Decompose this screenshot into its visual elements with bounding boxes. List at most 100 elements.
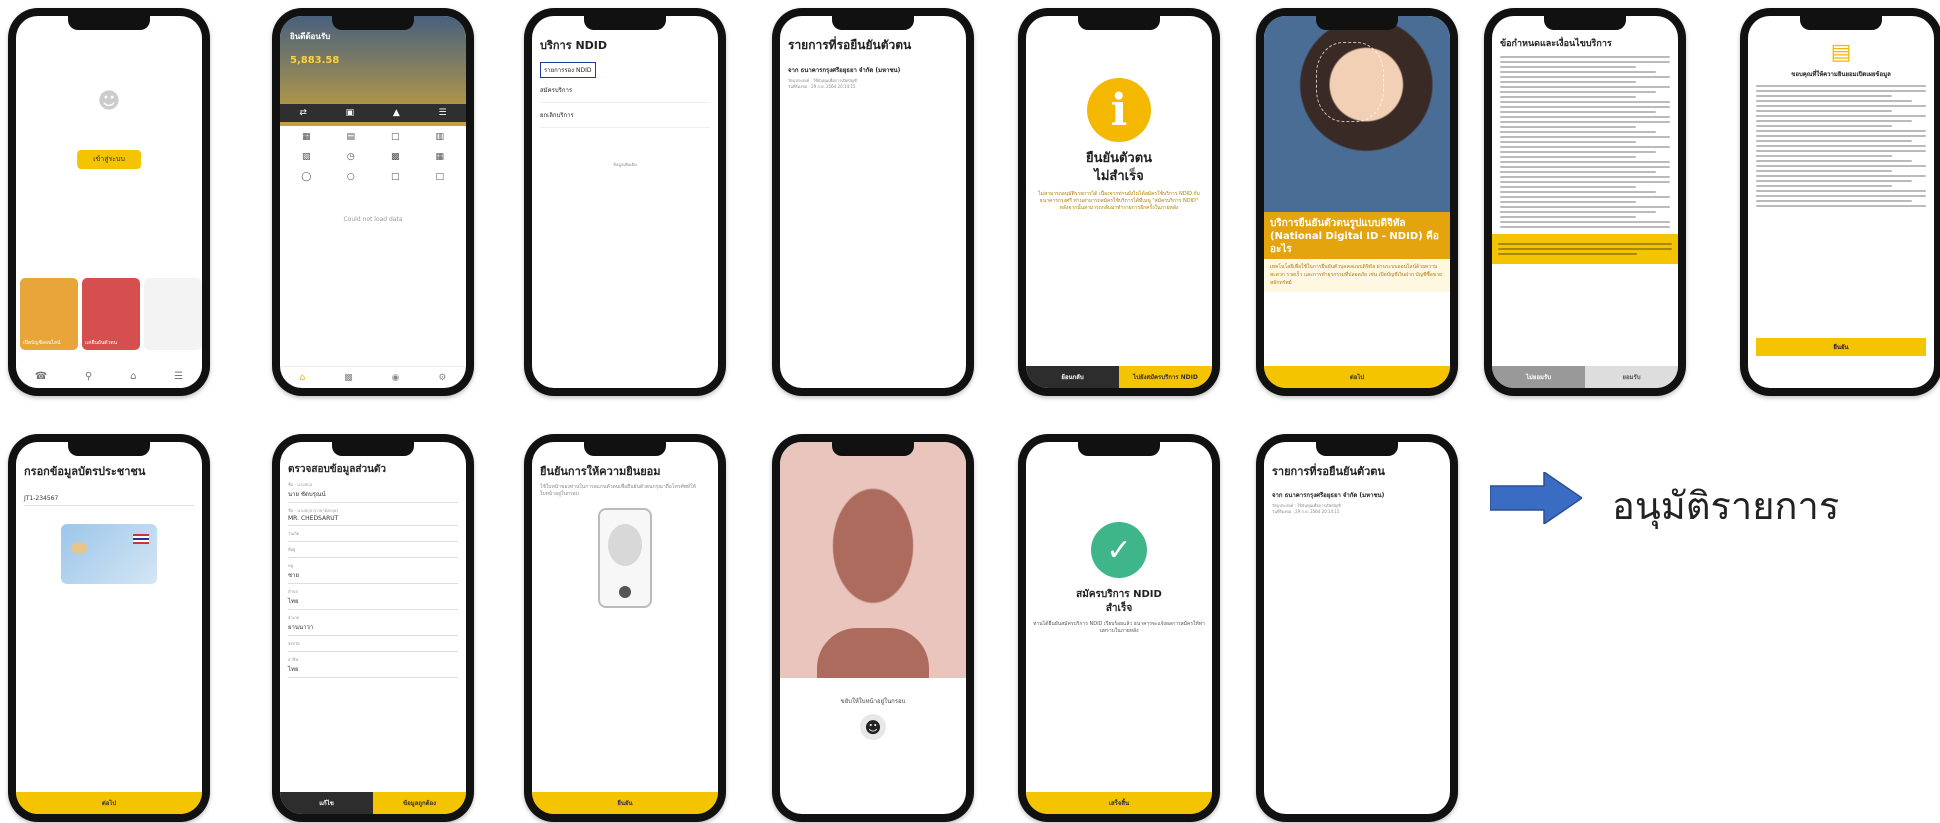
- field-label: จังหวัด: [288, 641, 300, 646]
- balance-amount: 5,883.58: [290, 55, 340, 66]
- confirm-button[interactable]: ยืนยัน: [1756, 338, 1926, 356]
- info-field[interactable]: จังหวัด: [288, 636, 458, 652]
- screen-pending-list: รายการที่รอยืนยันตัวตน จาก ธนาคารกรุงศรี…: [780, 16, 966, 388]
- info-field[interactable]: ที่อยู่: [288, 542, 458, 558]
- card-chip: [71, 542, 87, 554]
- service-item[interactable]: ◯: [286, 172, 327, 184]
- phone-notch: [1544, 16, 1626, 30]
- screen-ndid-menu: บริการ NDID รายการรอง NDID สมัครบริการ ย…: [532, 16, 718, 388]
- home-icon[interactable]: ⌂: [299, 373, 305, 383]
- phone-icon[interactable]: ☎: [35, 371, 47, 382]
- service-item[interactable]: □: [375, 132, 416, 144]
- next-button[interactable]: ต่อไป: [16, 792, 202, 814]
- service-item[interactable]: ▤: [331, 132, 372, 144]
- info-field[interactable]: ชื่อ - นามสกุลนาย ชัดบรุณน์: [288, 477, 458, 503]
- intro-heading: บริการยืนยันตัวตนรูปแบบดิจิทัล (National…: [1264, 212, 1450, 259]
- result-message: ท่านได้ยืนยันสมัครบริการ NDID เรียบร้อยแ…: [1033, 621, 1205, 634]
- go-register-button[interactable]: ไปยังสมัครบริการ NDID: [1119, 366, 1212, 388]
- scan-hint: ขยับให้ใบหน้าอยู่ในกรอบ: [840, 698, 906, 705]
- service-item[interactable]: ◷: [331, 152, 372, 164]
- result-message: ไม่สามารถอนุมัติรายการได้ เนื่องจากท่านย…: [1038, 191, 1200, 212]
- promo-card[interactable]: เปิดบัญชีออนไลน์: [20, 278, 78, 350]
- phone-screen-13-register-success: ✓ สมัครบริการ NDID สำเร็จ ท่านได้ยืนยันส…: [1018, 434, 1220, 822]
- bottom-nav: ☎ ⚲ ⌂ ☰: [16, 364, 202, 388]
- more-icon[interactable]: ☰: [174, 371, 183, 382]
- settings-icon[interactable]: ⚙: [438, 373, 446, 383]
- face-placeholder-icon: [608, 524, 642, 566]
- bank-icon[interactable]: ⌂: [130, 371, 136, 382]
- service-item[interactable]: ▦: [286, 132, 327, 144]
- service-item[interactable]: ▧: [286, 152, 327, 164]
- page-title: รายการที่รอยืนยันตัวตน: [1272, 465, 1385, 478]
- service-item[interactable]: □: [375, 172, 416, 184]
- service-item[interactable]: □: [420, 172, 461, 184]
- location-icon[interactable]: ⚲: [85, 371, 92, 382]
- page-title: ขอบคุณที่ให้ความยินยอมเปิดเผยข้อมูล: [1791, 71, 1891, 78]
- laser-id-field[interactable]: JT1-234567: [24, 490, 194, 506]
- service-item[interactable]: ○: [331, 172, 372, 184]
- request-provider[interactable]: จาก ธนาคารกรุงศรีอยุธยา จำกัด (มหาชน): [1272, 490, 1442, 500]
- user-avatar-icon: ☻: [90, 82, 128, 120]
- phone-notch: [1078, 16, 1160, 30]
- pay-icon[interactable]: ▣: [346, 108, 355, 118]
- wallet-icon[interactable]: ▩: [344, 373, 353, 383]
- phone-screen-1-home: ? TH ☻ สวัสดี, นาย ชัดบรุณน์ บุญมา เข้าส…: [8, 8, 210, 396]
- confirm-button[interactable]: ยืนยัน: [532, 792, 718, 814]
- info-field[interactable]: ชื่อ - นามสกุล (ภาษาอังกฤษ) MR. CHEDSARUT: [288, 503, 458, 526]
- consent-checkbox-area[interactable]: [1492, 234, 1678, 264]
- camera-icon: [619, 586, 631, 598]
- promo-carousel[interactable]: เปิดบัญชีออนไลน์ แค่ยืนยันตัวตน: [20, 278, 202, 350]
- promo-card[interactable]: แค่ยืนยันตัวตน: [82, 278, 140, 350]
- notification-icon[interactable]: ◉: [392, 373, 400, 383]
- service-item[interactable]: ▦: [420, 152, 461, 164]
- info-field[interactable]: วันเกิด: [288, 526, 458, 542]
- phone-notch: [1078, 442, 1160, 456]
- phone-screen-11-consent-confirm: ยืนยันการให้ความยินยอม ใช้ใบหน้าของท่านใ…: [524, 434, 726, 822]
- info-field[interactable]: ตำบล ไทย: [288, 584, 458, 610]
- field-label: ตำบล: [288, 589, 298, 594]
- service-item[interactable]: ▥: [420, 132, 461, 144]
- approve-label: อนุมัติรายการ: [1612, 484, 1840, 528]
- quick-actions: ⇄ ▣ ▲ ☰: [280, 104, 466, 122]
- edit-button[interactable]: แก้ไข: [280, 792, 373, 814]
- phone-screen-6-ndid-intro: บริการยืนยันตัวตนรูปแบบดิจิทัล (National…: [1256, 8, 1458, 396]
- field-value: ชาย: [288, 572, 299, 579]
- login-button[interactable]: เข้าสู่ระบบ: [77, 150, 141, 169]
- service-grid: ▦ ▤ □ ▥ ▧ ◷ ▩ ▦ ◯ ○ □ □: [280, 122, 466, 194]
- menu-item-pending[interactable]: รายการรอง NDID: [540, 62, 596, 78]
- field-value: ยานนาวา: [288, 624, 314, 631]
- help-icon[interactable]: ?: [152, 32, 166, 43]
- terms-text: [1500, 56, 1670, 228]
- info-field[interactable]: อำเภอ ยานนาวา: [288, 610, 458, 636]
- laser-id-value: JT1-234567: [24, 495, 59, 502]
- more-info-link[interactable]: ข้อมูลเพิ่มเติม: [540, 162, 710, 168]
- phone-screen-8-consent: ▤ ขอบคุณที่ให้ความยินยอมเปิดเผยข้อมูล ยื…: [1740, 8, 1940, 396]
- transfer-icon[interactable]: ⇄: [299, 108, 307, 118]
- page-title: ตรวจสอบข้อมูลส่วนตัว: [288, 464, 387, 475]
- phone-screen-5-verify-failed: i ยืนยันตัวตน ไม่สำเร็จ ไม่สามารถอนุมัติ…: [1018, 8, 1220, 396]
- phone-notch: [1316, 16, 1398, 30]
- topup-icon[interactable]: ▲: [393, 108, 400, 118]
- request-provider[interactable]: จาก ธนาคารกรุงศรีอยุธยา จำกัด (มหาชน): [788, 65, 958, 75]
- bottom-nav: ⌂ ▩ ◉ ⚙: [280, 366, 466, 388]
- language-toggle[interactable]: TH: [171, 32, 190, 43]
- service-item[interactable]: ▩: [375, 152, 416, 164]
- menu-item-cancel[interactable]: ยกเลิกบริการ: [540, 103, 710, 128]
- phone-notch: [832, 442, 914, 456]
- info-field[interactable]: หมู่ ชาย: [288, 558, 458, 584]
- accept-button[interactable]: ยอมรับ: [1585, 366, 1678, 388]
- info-field[interactable]: อาชีพ ไทย: [288, 652, 458, 678]
- promo-card[interactable]: [144, 278, 202, 350]
- page-title: กรอกข้อมูลบัตรประชาชน: [24, 465, 146, 478]
- statement-icon[interactable]: ☰: [439, 108, 447, 118]
- next-button[interactable]: ต่อไป: [1264, 366, 1450, 388]
- confirm-info-button[interactable]: ข้อมูลถูกต้อง: [373, 792, 466, 814]
- back-button[interactable]: ย้อนกลับ: [1026, 366, 1119, 388]
- top-controls: ? TH: [152, 32, 190, 43]
- done-button[interactable]: เสร็จสิ้น: [1026, 792, 1212, 814]
- field-value: นาย ชัดบรุณน์: [288, 491, 326, 498]
- decline-button[interactable]: ไม่ยอมรับ: [1492, 366, 1585, 388]
- field-label: ชื่อ - นามสกุล: [288, 482, 313, 487]
- menu-item-register[interactable]: สมัครบริการ: [540, 78, 710, 103]
- face-icon: ☻: [860, 714, 886, 741]
